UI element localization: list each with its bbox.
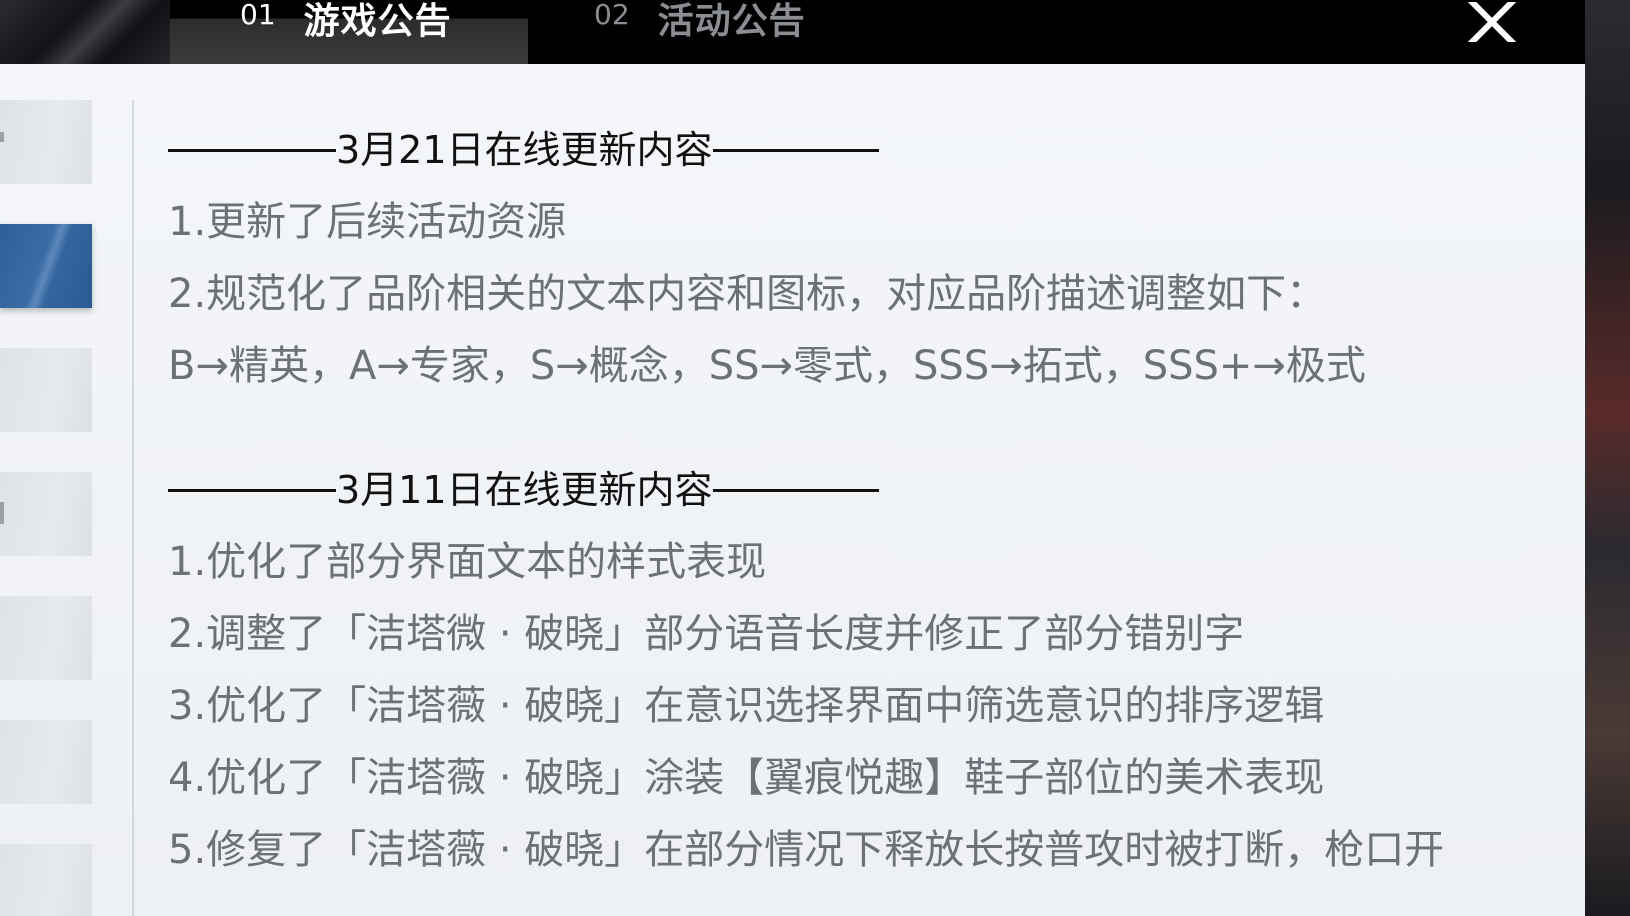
update-section: 3月11日在线更新内容 1.优化了部分界面文本的样式表现 2.调整了「洁塔微 ·… <box>168 454 1568 886</box>
heading-rule-left <box>168 488 336 492</box>
sidebar-item[interactable] <box>0 844 92 916</box>
section-heading: 3月11日在线更新内容 <box>168 454 1568 526</box>
tab-label: 游戏公告 <box>303 1 452 42</box>
heading-rule-right <box>712 488 879 492</box>
section-heading-text: 3月11日在线更新内容 <box>336 468 713 512</box>
heading-rule-left <box>168 148 336 152</box>
sidebar-item[interactable] <box>0 596 92 680</box>
sidebar-item-marker <box>0 132 4 142</box>
section-heading-text: 3月21日在线更新内容 <box>336 128 713 172</box>
tab-label: 活动公告 <box>657 1 806 42</box>
update-section: 3月21日在线更新内容 1.更新了后续活动资源 2.规范化了品阶相关的文本内容和… <box>168 114 1568 402</box>
update-item: B→精英，A→专家，S→概念，SS→零式，SSS→拓式，SSS+→极式 <box>168 343 1366 389</box>
sidebar-item[interactable] <box>0 100 92 184</box>
corner-background-art <box>0 0 170 64</box>
update-item: 1.优化了部分界面文本的样式表现 <box>168 539 767 585</box>
update-item: 2.调整了「洁塔微 · 破晓」部分语音长度并修正了部分错别字 <box>168 611 1245 657</box>
close-icon <box>1468 2 1516 42</box>
update-item: 1.更新了后续活动资源 <box>168 199 567 245</box>
update-item: 5.修复了「洁塔薇 · 破晓」在部分情况下释放长按普攻时被打断，枪口开 <box>168 827 1445 873</box>
tab-number: 01 <box>240 0 276 31</box>
sidebar-divider <box>132 100 134 916</box>
announcement-screen: 01 游戏公告 02 活动公告 3月21日在线更新内容 1.更新了后续活动资源 … <box>0 0 1630 916</box>
section-heading: 3月21日在线更新内容 <box>168 114 1568 186</box>
tab-event-announcement[interactable]: 02 活动公告 <box>594 0 806 64</box>
sidebar-item-marker <box>0 502 4 524</box>
sidebar-item[interactable] <box>0 472 92 556</box>
close-button[interactable] <box>1462 0 1522 44</box>
update-item: 2.规范化了品阶相关的文本内容和图标，对应品阶描述调整如下： <box>168 271 1327 317</box>
announcement-content[interactable]: 3月21日在线更新内容 1.更新了后续活动资源 2.规范化了品阶相关的文本内容和… <box>168 114 1568 886</box>
tab-game-announcement[interactable]: 01 游戏公告 <box>170 0 528 64</box>
update-item: 3.优化了「洁塔薇 · 破晓」在意识选择界面中筛选意识的排序逻辑 <box>168 683 1325 729</box>
tab-number: 02 <box>594 0 630 31</box>
sidebar-item[interactable] <box>0 720 92 804</box>
heading-rule-right <box>712 148 879 152</box>
update-item: 4.优化了「洁塔薇 · 破晓」涂装【翼痕悦趣】鞋子部位的美术表现 <box>168 755 1325 801</box>
background-art <box>1585 0 1630 916</box>
sidebar-item-selected[interactable] <box>0 224 92 308</box>
sidebar-item[interactable] <box>0 348 92 432</box>
top-tab-bar: 01 游戏公告 02 活动公告 <box>0 0 1585 64</box>
